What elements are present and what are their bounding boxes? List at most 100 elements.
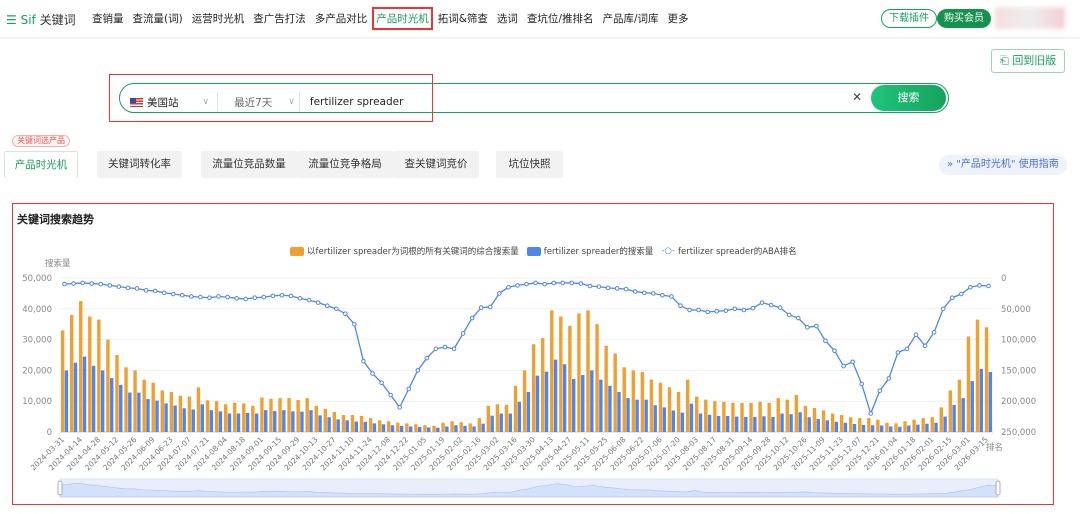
bar-total xyxy=(649,379,654,432)
bar-total xyxy=(69,314,74,432)
bar-keyword xyxy=(553,359,558,432)
bar-total xyxy=(586,310,590,432)
bar-total xyxy=(613,353,617,432)
rank-point xyxy=(279,292,285,298)
bar-total xyxy=(187,396,192,432)
bar-keyword xyxy=(381,424,386,432)
bar-total xyxy=(885,422,889,432)
bar-total xyxy=(405,423,409,432)
bar-total xyxy=(314,405,318,432)
y-left-tick-label: 40,000 xyxy=(22,305,52,315)
bar-keyword xyxy=(64,370,69,432)
zoom-slider-handle-right[interactable] xyxy=(995,480,1001,496)
bar-keyword xyxy=(662,407,666,432)
rank-point xyxy=(424,355,430,361)
bar-keyword xyxy=(254,413,259,432)
bar-keyword xyxy=(562,364,567,432)
rank-point xyxy=(886,376,892,381)
bar-total xyxy=(359,415,364,432)
bar-keyword xyxy=(925,423,929,432)
rank-point xyxy=(795,315,801,321)
bar-total xyxy=(568,325,572,432)
bar-total xyxy=(821,410,826,432)
rank-point xyxy=(859,381,864,387)
zoom-slider-handle-left[interactable] xyxy=(57,480,63,496)
y-right-tick-label: 100,000 xyxy=(1001,336,1036,346)
bar-keyword xyxy=(753,416,757,432)
bar-keyword xyxy=(490,415,494,432)
rank-point xyxy=(977,283,982,288)
bar-total xyxy=(912,419,916,432)
rank-point xyxy=(487,304,493,310)
bar-keyword xyxy=(825,420,830,432)
bar-keyword xyxy=(725,415,730,432)
rank-line xyxy=(64,282,989,416)
bar-keyword xyxy=(336,419,340,432)
bar-keyword xyxy=(191,409,195,432)
bar-total xyxy=(423,425,427,432)
bar-total xyxy=(794,395,799,432)
bar-keyword xyxy=(264,410,268,432)
bar-keyword xyxy=(110,378,114,432)
rank-point xyxy=(533,280,538,286)
bar-total xyxy=(939,407,943,432)
rank-point xyxy=(660,292,665,298)
bar-total xyxy=(242,403,246,432)
bar-keyword xyxy=(879,425,884,432)
bar-keyword xyxy=(300,411,304,432)
rank-point xyxy=(696,307,701,313)
bar-total xyxy=(160,390,164,432)
bar-total xyxy=(695,396,699,432)
bar-keyword xyxy=(780,413,784,432)
bar-keyword xyxy=(146,399,150,432)
rank-point xyxy=(270,293,276,299)
rank-point xyxy=(478,305,484,310)
bar-keyword xyxy=(671,410,676,432)
bar-keyword xyxy=(390,425,395,432)
bar-keyword xyxy=(363,421,368,432)
rank-point xyxy=(823,338,828,344)
rank-point xyxy=(370,371,375,376)
bar-total xyxy=(504,404,509,432)
bar-total xyxy=(124,367,128,432)
bar-total xyxy=(622,367,626,432)
bar-keyword xyxy=(155,400,159,432)
bar-total xyxy=(305,398,309,432)
bar-keyword xyxy=(209,410,214,432)
bar-keyword xyxy=(771,416,775,432)
bar-keyword xyxy=(644,399,648,432)
bar-keyword xyxy=(744,416,748,432)
rank-point xyxy=(315,300,321,305)
rank-point xyxy=(62,281,67,287)
trend-chart: 0 0 10,000 50,000 20,000 100,000 30,000 150,000… xyxy=(22,258,1036,498)
bar-keyword xyxy=(934,422,938,432)
bar-total xyxy=(713,401,717,432)
rank-point xyxy=(433,346,439,352)
rank-point xyxy=(741,307,747,313)
rank-point xyxy=(98,281,104,287)
bar-keyword xyxy=(816,419,820,432)
rank-point xyxy=(297,296,303,301)
bar-total xyxy=(531,344,536,432)
rank-point xyxy=(451,346,457,352)
bar-keyword xyxy=(91,365,96,432)
rank-point xyxy=(460,331,466,336)
rank-point xyxy=(406,386,412,392)
bar-keyword xyxy=(508,413,512,432)
bar-keyword xyxy=(517,401,522,432)
bar-total xyxy=(233,402,237,432)
bar-keyword xyxy=(843,422,848,432)
bar-total xyxy=(414,424,418,432)
bar-keyword xyxy=(354,421,358,432)
y-left-tick-label: 50,000 xyxy=(22,274,52,284)
rank-point xyxy=(714,308,720,314)
bar-keyword xyxy=(798,412,802,432)
bar-keyword xyxy=(707,414,712,432)
rank-point xyxy=(497,291,502,296)
rank-point xyxy=(841,363,846,369)
bar-total xyxy=(785,399,789,432)
rank-point xyxy=(306,297,312,303)
y-left-tick-label: 0 xyxy=(47,428,52,438)
rank-point xyxy=(324,303,330,309)
rank-point xyxy=(750,305,756,311)
